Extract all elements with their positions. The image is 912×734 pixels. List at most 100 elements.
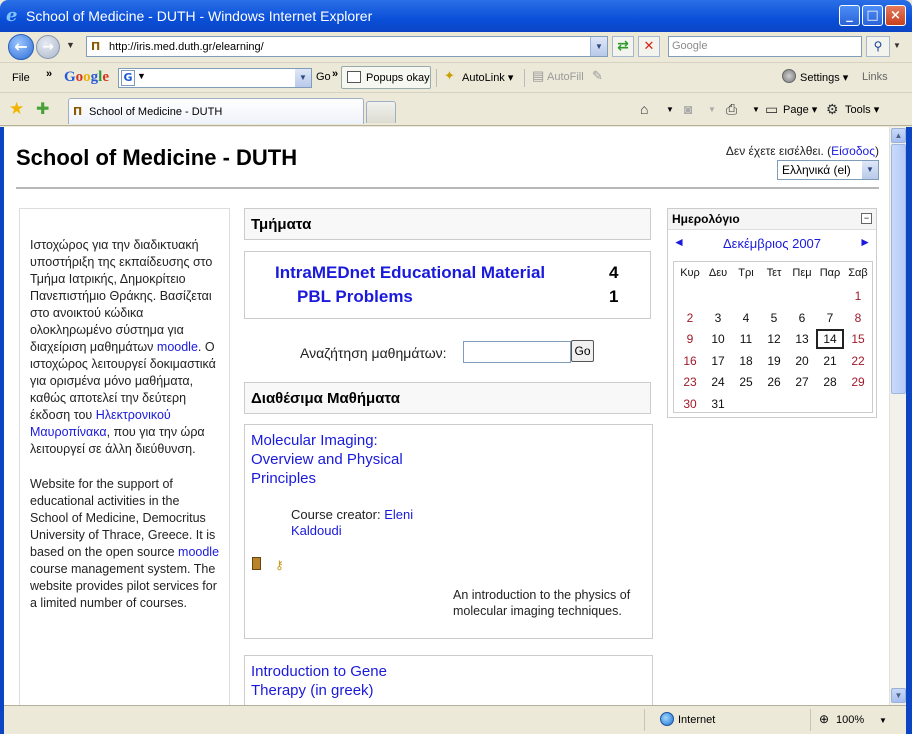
- calendar-day[interactable]: 10: [704, 329, 732, 349]
- popup-blocker-button[interactable]: Popups okay: [341, 66, 431, 89]
- calendar-day[interactable]: 7: [816, 308, 844, 328]
- address-dropdown-icon[interactable]: ▼: [590, 37, 607, 56]
- course-title-link[interactable]: Molecular Imaging: Overview and Physical…: [251, 431, 426, 488]
- tab-school-of-medicine[interactable]: Π School of Medicine - DUTH: [68, 98, 364, 124]
- calendar-day[interactable]: 28: [816, 372, 844, 392]
- page-viewport: School of Medicine - DUTH Δεν έχετε εισέ…: [4, 127, 889, 705]
- calendar-block: Ημερολόγιο − ◄ Δεκέμβριος 2007 ► Κυρ Δευ Τ…: [667, 208, 877, 418]
- maximize-button[interactable]: □: [862, 5, 883, 26]
- calendar-month-link[interactable]: Δεκέμβριος 2007: [668, 236, 876, 251]
- add-favorites-icon[interactable]: ✚: [36, 99, 49, 119]
- autofill-button[interactable]: AutoFill: [547, 71, 584, 83]
- key-icon[interactable]: ⚷: [275, 558, 284, 572]
- site-favicon-icon: Π: [73, 105, 83, 118]
- moodle-link[interactable]: moodle: [178, 545, 219, 559]
- links-toolbar[interactable]: Links: [862, 71, 888, 83]
- category-item[interactable]: PBL Problems: [297, 287, 413, 307]
- google-search-field[interactable]: G ▼ ▼: [118, 68, 312, 88]
- search-button[interactable]: ⚲: [866, 36, 890, 57]
- door-icon[interactable]: [252, 557, 261, 570]
- category-item[interactable]: IntraMEDnet Educational Material: [275, 263, 545, 283]
- calendar-day[interactable]: 17: [704, 351, 732, 371]
- stop-button[interactable]: ✕: [638, 36, 660, 57]
- refresh-button[interactable]: ⇄: [612, 36, 634, 57]
- page-menu[interactable]: Page ▾: [783, 103, 817, 116]
- back-button[interactable]: ←: [8, 34, 34, 60]
- home-dropdown-icon[interactable]: ▼: [666, 105, 674, 114]
- course-search-button[interactable]: Go: [571, 340, 594, 362]
- calendar-day[interactable]: 15: [844, 329, 872, 349]
- home-icon[interactable]: ⌂: [640, 101, 648, 117]
- favorites-star-icon[interactable]: ★: [9, 99, 24, 119]
- calendar-day[interactable]: 20: [788, 351, 816, 371]
- calendar-day[interactable]: 27: [788, 372, 816, 392]
- calendar-day[interactable]: 13: [788, 329, 816, 349]
- history-dropdown-icon[interactable]: ▼: [66, 40, 75, 50]
- toolbar-overflow-icon[interactable]: »: [332, 68, 338, 80]
- calendar-day[interactable]: 2: [676, 308, 704, 328]
- category-link[interactable]: IntraMEDnet Educational Material: [275, 263, 545, 282]
- rss-feed-icon[interactable]: ◙: [684, 101, 692, 117]
- calendar-day[interactable]: 19: [760, 351, 788, 371]
- language-select[interactable]: Ελληνικά (el) ▼: [777, 160, 879, 180]
- language-dropdown-icon[interactable]: ▼: [862, 161, 878, 179]
- calendar-day[interactable]: 9: [676, 329, 704, 349]
- calendar-day[interactable]: 31: [704, 394, 732, 414]
- print-dropdown-icon[interactable]: ▼: [752, 105, 760, 114]
- address-url[interactable]: http://iris.med.duth.gr/elearning/: [109, 40, 264, 54]
- google-options-icon[interactable]: ▼: [137, 71, 146, 81]
- calendar-day[interactable]: 26: [760, 372, 788, 392]
- calendar-day[interactable]: 22: [844, 351, 872, 371]
- calendar-day-today[interactable]: 14: [816, 329, 844, 349]
- google-logo[interactable]: Google: [64, 68, 109, 86]
- calendar-day[interactable]: 25: [732, 372, 760, 392]
- search-options-dropdown-icon[interactable]: ▼: [893, 41, 901, 50]
- calendar-day[interactable]: 29: [844, 372, 872, 392]
- google-search-dropdown-icon[interactable]: ▼: [295, 69, 311, 87]
- site-description: Ιστοχώρος για την διαδικτυακή υποστήριξη…: [19, 208, 230, 705]
- course-search-input[interactable]: [463, 341, 571, 363]
- login-link[interactable]: Είσοδος: [831, 144, 875, 158]
- calendar-day[interactable]: 12: [760, 329, 788, 349]
- calendar-day[interactable]: 1: [844, 286, 872, 306]
- calendar-day[interactable]: 3: [704, 308, 732, 328]
- google-g-icon[interactable]: G: [121, 70, 135, 86]
- next-month-icon[interactable]: ►: [859, 235, 871, 249]
- calendar-day[interactable]: 30: [676, 394, 704, 414]
- calendar-day[interactable]: 5: [760, 308, 788, 328]
- printer-icon[interactable]: ⎙: [726, 101, 737, 118]
- calendar-day[interactable]: 8: [844, 308, 872, 328]
- tools-menu[interactable]: Tools ▾: [845, 103, 879, 116]
- scroll-up-icon[interactable]: ▲: [891, 128, 906, 143]
- autolink-button[interactable]: AutoLink ▾: [462, 71, 513, 84]
- calendar-day[interactable]: 21: [816, 351, 844, 371]
- search-input[interactable]: Google: [668, 36, 862, 57]
- feeds-dropdown-icon[interactable]: ▼: [708, 105, 716, 114]
- collapse-icon[interactable]: −: [861, 213, 872, 224]
- zoom-level[interactable]: 100%: [836, 714, 864, 726]
- calendar-day[interactable]: 24: [704, 372, 732, 392]
- category-link[interactable]: PBL Problems: [297, 287, 413, 306]
- calendar-day[interactable]: 6: [788, 308, 816, 328]
- moodle-link[interactable]: moodle: [157, 340, 198, 354]
- new-tab-button[interactable]: [366, 101, 396, 123]
- forward-button[interactable]: →: [36, 35, 60, 59]
- scrollbar-thumb[interactable]: [891, 144, 906, 394]
- close-button[interactable]: ×: [885, 5, 906, 26]
- menu-overflow-icon[interactable]: »: [46, 68, 52, 80]
- course-title-link[interactable]: Introduction to Gene Therapy (in greek): [251, 662, 426, 700]
- calendar-day[interactable]: 16: [676, 351, 704, 371]
- zoom-dropdown-icon[interactable]: ▼: [879, 716, 887, 725]
- settings-button[interactable]: Settings ▾: [800, 71, 848, 84]
- calendar-day[interactable]: 18: [732, 351, 760, 371]
- calendar-day[interactable]: 11: [732, 329, 760, 349]
- calendar-day[interactable]: 23: [676, 372, 704, 392]
- scroll-down-icon[interactable]: ▼: [891, 688, 906, 703]
- vertical-scrollbar[interactable]: ▲ ▼: [889, 127, 906, 705]
- minimize-button[interactable]: _: [839, 5, 860, 26]
- zoom-icon[interactable]: ⊕: [819, 712, 829, 726]
- file-menu[interactable]: File: [12, 72, 30, 84]
- google-go-button[interactable]: Go: [316, 71, 331, 83]
- calendar-day[interactable]: 4: [732, 308, 760, 328]
- address-field[interactable]: Π http://iris.med.duth.gr/elearning/ ▼: [86, 36, 608, 57]
